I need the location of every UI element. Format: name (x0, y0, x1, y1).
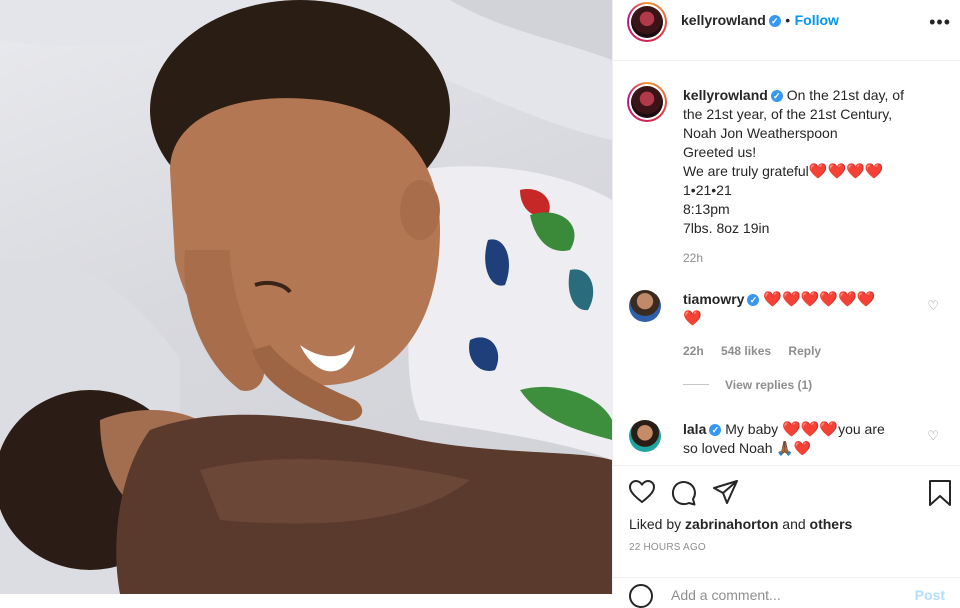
caption-line-6: 1•21•21 (683, 182, 732, 198)
comment-text-b: you are (838, 421, 885, 437)
like-heart-icon[interactable] (629, 480, 655, 504)
comment-text: ❤️❤️❤️❤️❤️❤️ (763, 291, 876, 308)
add-comment-bar: Add a comment... Post (613, 577, 960, 608)
comment-text-line2: ❤️ (683, 310, 702, 327)
comment-username[interactable]: tiamowry (683, 291, 744, 307)
comment-username[interactable]: lala (683, 421, 706, 437)
liked-others[interactable]: others (810, 516, 853, 532)
liked-by-text: Liked by zabrinahorton and others (629, 516, 852, 532)
like-comment-icon[interactable]: ♡ (927, 298, 939, 314)
author-avatar[interactable] (627, 2, 667, 42)
commenter-avatar-lala[interactable] (629, 420, 661, 452)
like-comment-icon[interactable]: ♡ (927, 428, 939, 444)
caption-username[interactable]: kellyrowland (683, 87, 768, 103)
photo-illustration (0, 0, 612, 594)
comment-text-line2: so loved Noah 🙏🏾❤️ (683, 440, 812, 456)
header-user-row: kellyrowland ✓ • Follow (681, 12, 839, 30)
comment-text-a: My baby (725, 421, 783, 437)
comment-time[interactable]: 22h (683, 344, 704, 358)
view-replies-label[interactable]: View replies (1) (725, 378, 812, 392)
caption-line-2: the 21st year, of the 21st Century, (683, 106, 893, 122)
add-comment-input[interactable]: Add a comment... (671, 587, 781, 603)
post-header: kellyrowland ✓ • Follow ••• (613, 0, 960, 61)
post-photo[interactable] (0, 0, 612, 594)
save-bookmark-icon[interactable] (929, 480, 951, 506)
liked-prefix: Liked by (629, 516, 686, 532)
liked-and: and (778, 516, 810, 532)
share-send-icon[interactable] (713, 480, 739, 504)
liked-user[interactable]: zabrinahorton (685, 516, 778, 532)
verified-badge-icon: ✓ (770, 90, 783, 102)
caption-line-3: Noah Jon Weatherspoon (683, 125, 838, 141)
caption-line-8: 7lbs. 8oz 19in (683, 220, 770, 236)
reply-button[interactable]: Reply (788, 344, 821, 358)
comment-meta: 22h 548 likes Reply (683, 344, 835, 358)
caption-line-5: We are truly grateful (683, 163, 809, 179)
caption-line-1: On the 21st day, of (786, 87, 904, 103)
post-sidebar: kellyrowland ✓ • Follow ••• kellyrowland ✓… (612, 0, 960, 608)
comment-hearts: ❤️❤️❤️ (782, 421, 839, 438)
header-separator: • (785, 12, 791, 28)
caption-hearts: ❤️❤️❤️❤️ (808, 163, 884, 180)
caption-time[interactable]: 22h (683, 249, 945, 268)
post-comment-button[interactable]: Post (915, 587, 945, 603)
comment-icon[interactable] (671, 480, 697, 506)
comment-lala: lala ✓ My baby ❤️❤️❤️you are so loved Noa… (683, 420, 933, 458)
verified-badge-icon: ✓ (709, 424, 722, 436)
comment-tiamowry: tiamowry ✓ ❤️❤️❤️❤️❤️❤️ ❤️ (683, 290, 933, 328)
view-replies-button[interactable]: View replies (1) (683, 378, 812, 392)
caption-line-7: 8:13pm (683, 201, 730, 217)
author-username[interactable]: kellyrowland (681, 12, 766, 28)
verified-badge-icon: ✓ (747, 294, 760, 306)
follow-button[interactable]: Follow (795, 12, 839, 28)
post-actions: Liked by zabrinahorton and others 22 HOU… (613, 465, 960, 608)
emoji-icon[interactable] (629, 584, 653, 608)
commenter-avatar-tiamowry[interactable] (629, 290, 661, 322)
post-caption: kellyrowland ✓ On the 21st day, of the 21… (683, 86, 945, 268)
replies-divider (683, 384, 709, 385)
caption-line-4: Greeted us! (683, 144, 757, 160)
verified-badge-icon: ✓ (768, 15, 781, 27)
post-timestamp[interactable]: 22 HOURS AGO (629, 542, 706, 553)
caption-avatar[interactable] (627, 82, 667, 122)
comment-likes[interactable]: 548 likes (721, 344, 771, 358)
more-options-icon[interactable]: ••• (929, 12, 951, 33)
